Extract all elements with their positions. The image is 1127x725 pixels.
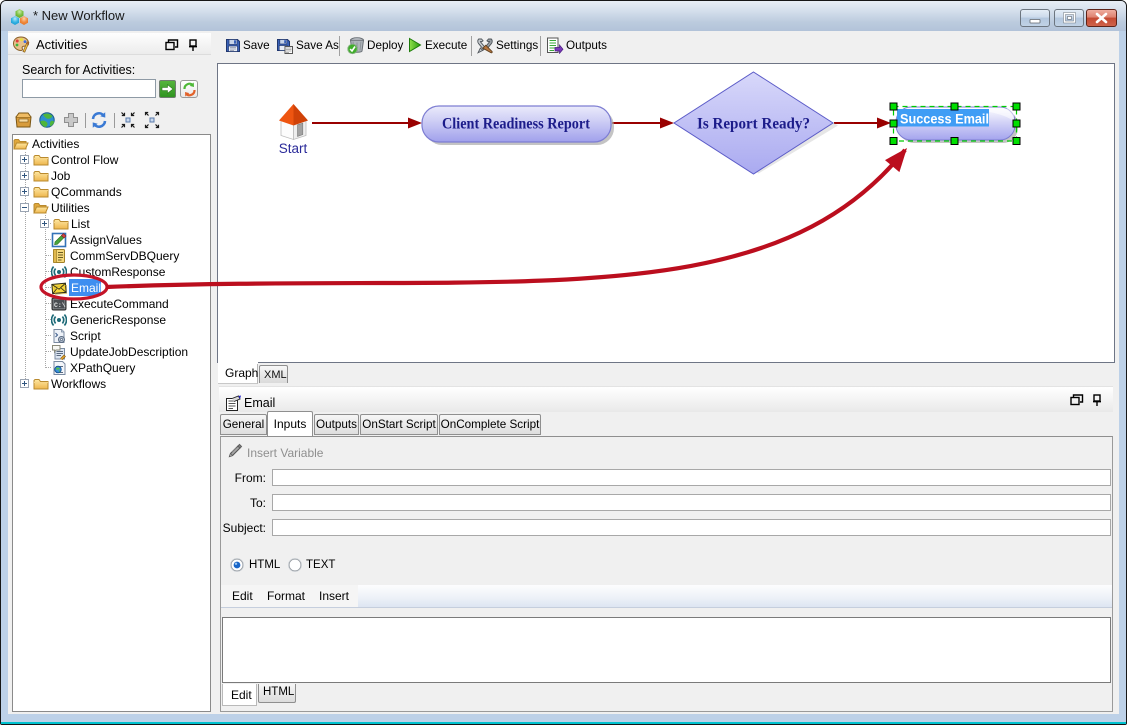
svg-text:Start: Start (279, 141, 308, 156)
svg-text:Is Report Ready?: Is Report Ready? (697, 116, 810, 133)
svg-text:Success Email: Success Email (900, 112, 989, 127)
svg-text:Client Readiness Report: Client Readiness Report (442, 116, 591, 133)
